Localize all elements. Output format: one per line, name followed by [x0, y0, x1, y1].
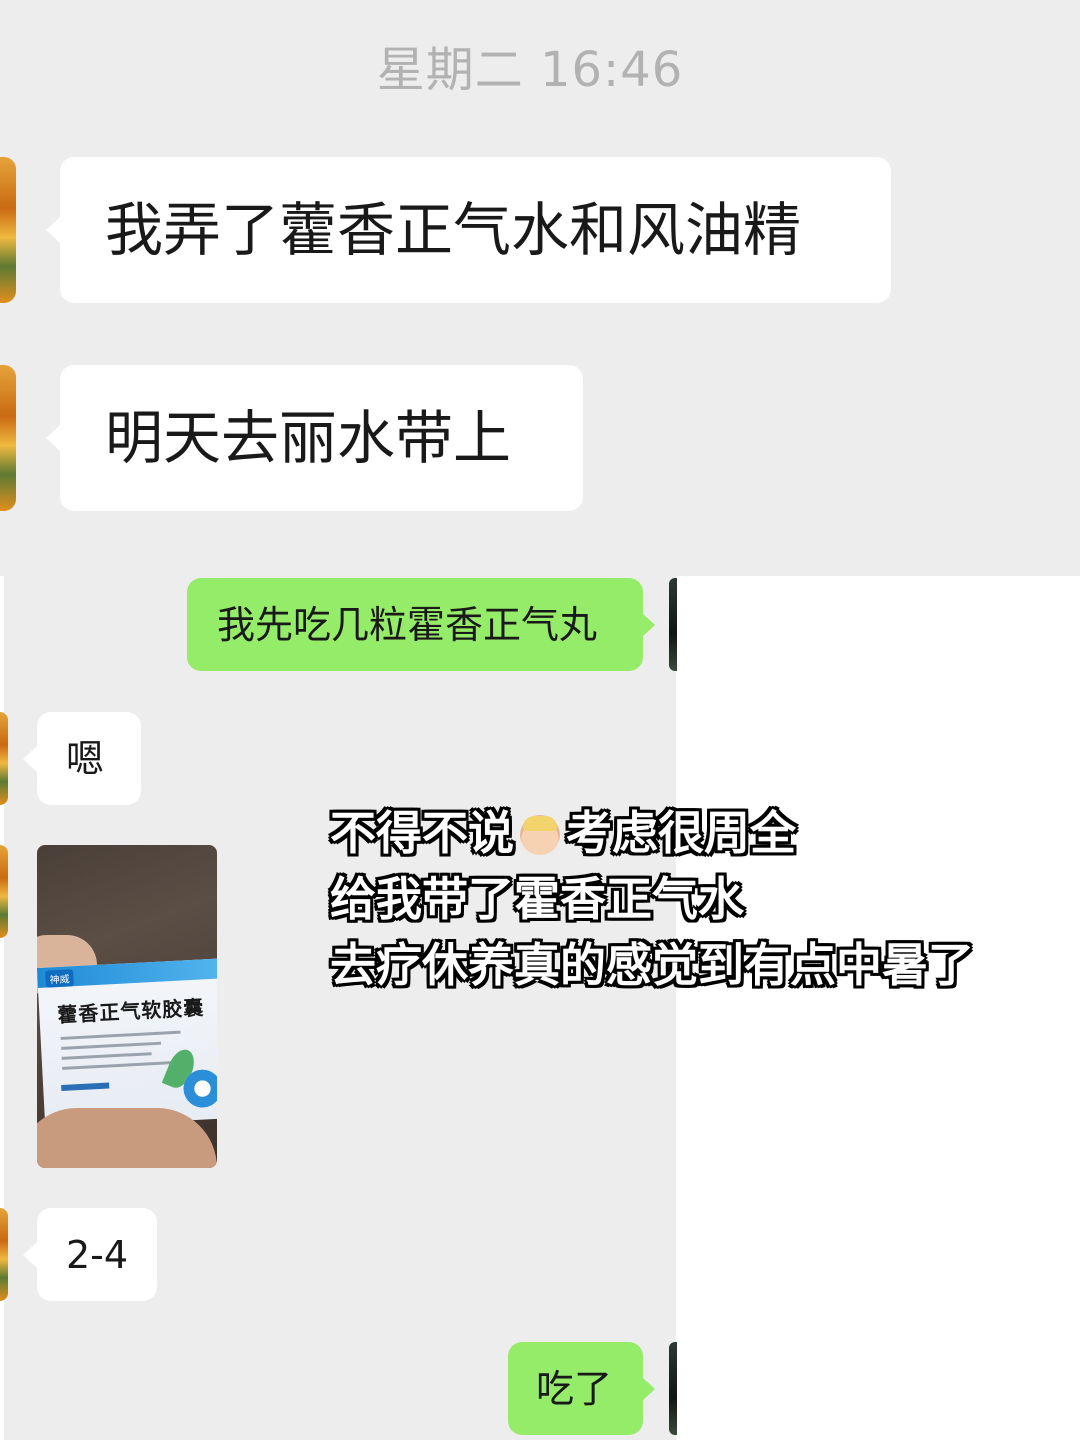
maker-logo — [61, 1082, 110, 1091]
blond-person-emoji-icon — [520, 815, 560, 855]
message-text: 我先吃几粒霍香正气丸 — [217, 603, 598, 647]
contact-avatar[interactable] — [0, 845, 8, 938]
message-text: 2-4 — [66, 1233, 129, 1277]
caption-line-2: 给我带了霍香正气水 — [330, 872, 744, 926]
brand-label: 神威 — [45, 969, 74, 988]
contact-avatar[interactable] — [0, 157, 16, 303]
incoming-message-bubble[interactable]: 嗯 — [23, 712, 141, 805]
outgoing-message-bubble[interactable]: 吃了 — [508, 1342, 655, 1435]
caption-line-1: 不得不说 考虑很周全 — [330, 806, 796, 860]
own-avatar[interactable] — [669, 578, 677, 671]
caption-line-3: 去疗休养真的感觉到有点中暑了 — [330, 938, 974, 992]
contact-avatar[interactable] — [0, 712, 8, 805]
medicine-box: 神威 藿香正气软胶囊 — [37, 958, 217, 1128]
own-avatar[interactable] — [669, 1342, 677, 1435]
incoming-message-bubble[interactable]: 我弄了藿香正气水和风油精 — [46, 157, 891, 303]
caption-overlay: 不得不说 考虑很周全 给我带了霍香正气水 去疗休养真的感觉到有点中暑了 — [330, 800, 1050, 998]
company-logo-icon — [182, 1068, 217, 1109]
contact-avatar[interactable] — [0, 365, 16, 511]
incoming-message-bubble[interactable]: 2-4 — [23, 1208, 157, 1301]
product-name: 藿香正气软胶囊 — [56, 995, 205, 1028]
message-text: 我弄了藿香正气水和风油精 — [105, 196, 802, 264]
message-text: 明天去丽水带上 — [105, 404, 512, 472]
incoming-message-bubble[interactable]: 明天去丽水带上 — [46, 365, 583, 511]
message-text: 吃了 — [536, 1367, 613, 1411]
outgoing-message-bubble[interactable]: 我先吃几粒霍香正气丸 — [187, 578, 655, 671]
image-message[interactable]: 神威 藿香正气软胶囊 — [37, 845, 217, 1168]
contact-avatar[interactable] — [0, 1208, 8, 1301]
panel-edge — [0, 576, 4, 1440]
message-timestamp: 星期二 16:46 — [376, 42, 684, 98]
thumb-graphic — [37, 1108, 217, 1168]
message-text: 嗯 — [66, 737, 105, 781]
